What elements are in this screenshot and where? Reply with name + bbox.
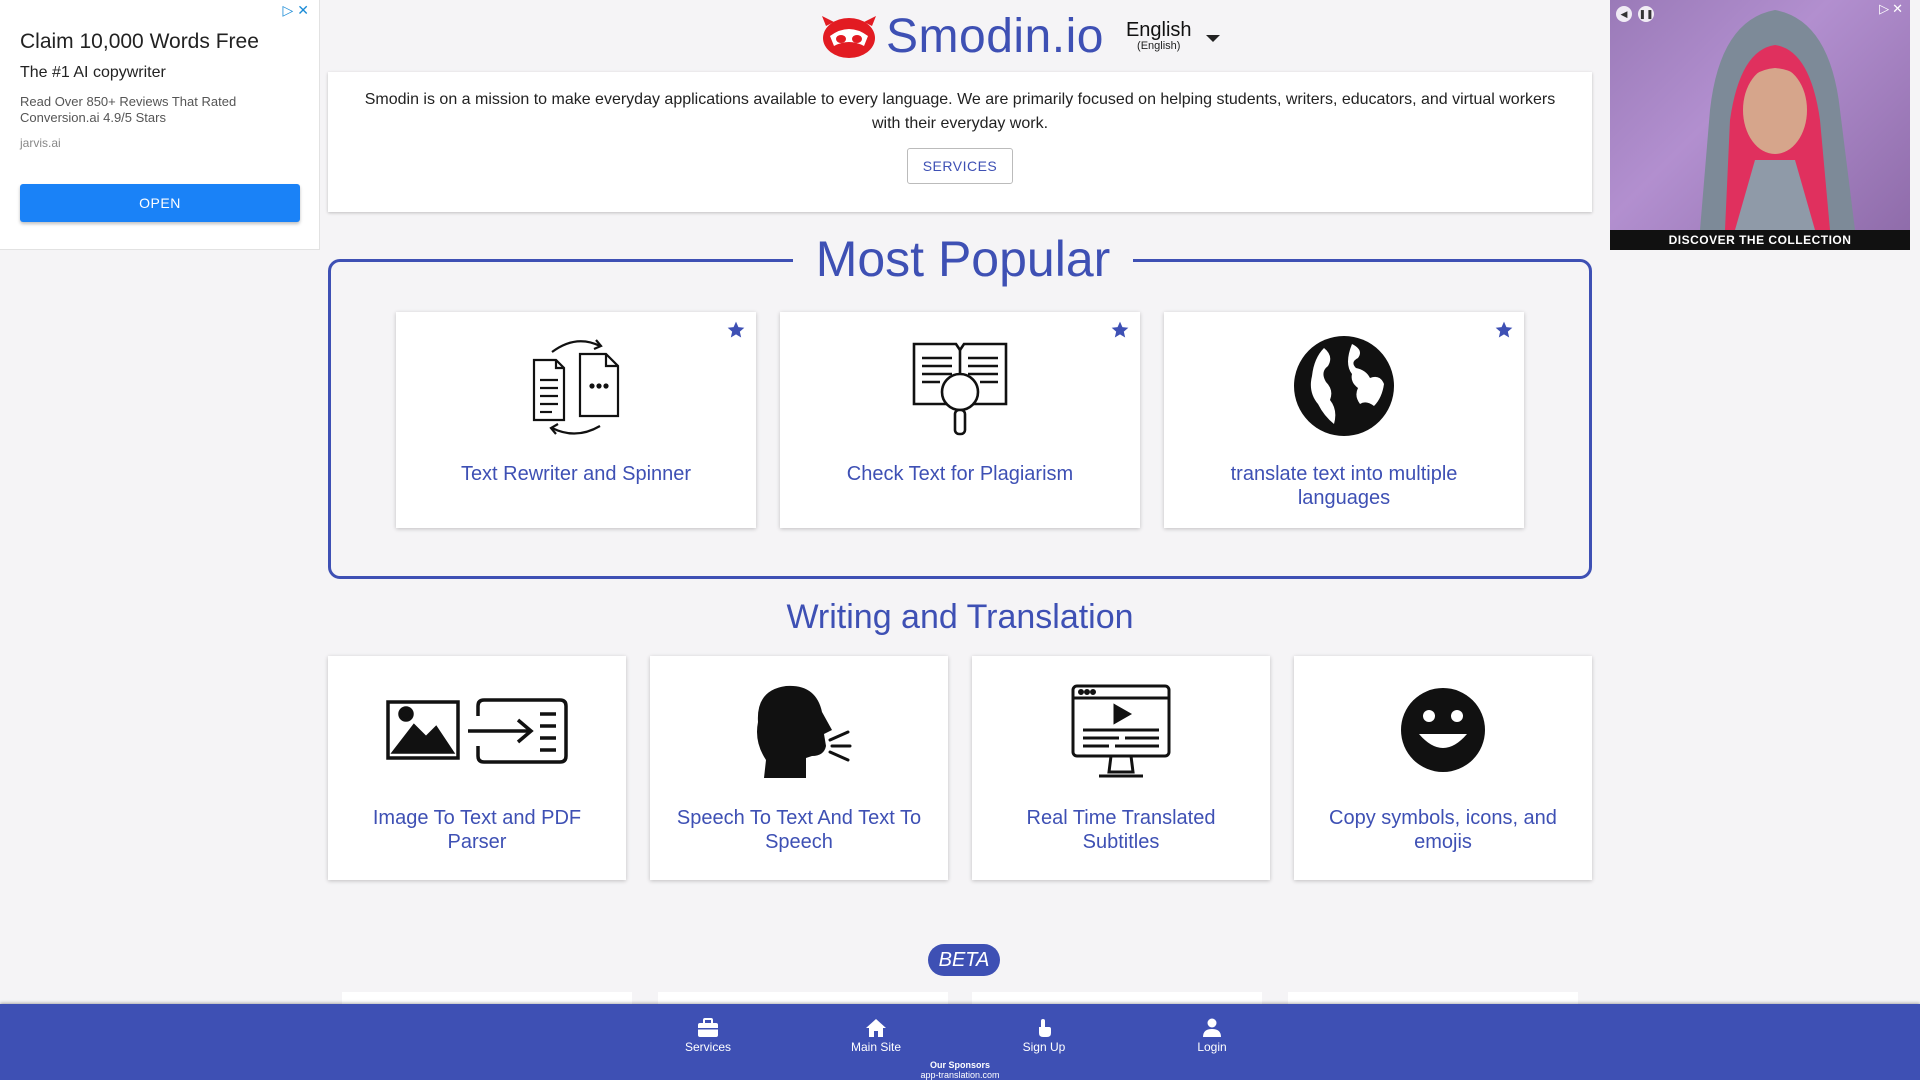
nav-login[interactable]: Login (1162, 1018, 1262, 1054)
bottom-navigation: Services Main Site Sign Up Login Our Spo… (0, 1004, 1920, 1080)
card-plagiarism-checker[interactable]: Check Text for Plagiarism (780, 312, 1140, 528)
ad-choices-icon[interactable]: ▷✕ (283, 2, 314, 19)
beta-badge: BETA (928, 944, 1000, 976)
briefcase-icon (698, 1018, 718, 1037)
most-popular-title: Most Popular (793, 230, 1133, 288)
nav-label: Main Site (850, 1040, 902, 1054)
image-to-text-icon (386, 698, 568, 764)
ad-domain: jarvis.ai (20, 136, 61, 150)
documents-rewrite-icon (532, 339, 620, 435)
most-popular-section: Most Popular Text Rewriter and Spinner C… (328, 230, 1592, 579)
ad-model-image (1700, 10, 1855, 230)
nav-services[interactable]: Services (658, 1018, 758, 1054)
card-peek (658, 992, 948, 1004)
pause-icon[interactable]: ❚❚ (1638, 6, 1654, 22)
card-peek (342, 992, 632, 1004)
logo-text[interactable]: Smodin.io (886, 9, 1104, 64)
writing-translation-title: Writing and Translation (786, 598, 1134, 636)
card-peek (1288, 992, 1578, 1004)
card-speech-to-text[interactable]: Speech To Text And Text To Speech (650, 656, 948, 880)
caret-down-icon (1205, 34, 1220, 42)
nav-label: Services (684, 1040, 731, 1054)
speaking-head-icon (757, 685, 852, 778)
card-peek (972, 992, 1262, 1004)
robot-logo-icon[interactable] (820, 12, 878, 60)
person-icon (1203, 1018, 1221, 1037)
replay-icon[interactable]: ◀ (1616, 6, 1632, 22)
smiley-icon (1401, 688, 1485, 772)
card-label: Image To Text and PDF Parser (372, 807, 582, 853)
services-button[interactable]: SERVICES (906, 148, 1014, 184)
ad-choices-icon[interactable]: ▷✕ (1879, 1, 1906, 17)
language-native-name: (English) (1137, 40, 1181, 52)
left-ad[interactable]: ▷✕ Claim 10,000 Words Free The #1 AI cop… (0, 0, 320, 250)
card-text-rewriter[interactable]: Text Rewriter and Spinner (396, 312, 756, 528)
sponsors-heading: Our Sponsors (929, 1060, 990, 1070)
card-label: Speech To Text And Text To Speech (676, 807, 922, 853)
mission-panel: Smodin is on a mission to make everyday … (328, 72, 1592, 212)
sponsors-credit[interactable]: Our Sponsors app-translation.com (860, 1060, 1060, 1080)
hand-pointer-icon (1039, 1019, 1051, 1037)
card-translate[interactable]: translate text into multiple languages (1164, 312, 1524, 528)
right-ad[interactable]: ◀ ❚❚ ▷✕ DISCOVER THE COLLECTION (1610, 0, 1910, 250)
monitor-video-icon (1071, 684, 1171, 778)
nav-sign-up[interactable]: Sign Up (994, 1018, 1094, 1054)
ad-open-button[interactable]: OPEN (20, 184, 300, 222)
nav-label: Sign Up (1022, 1040, 1066, 1054)
nav-label: Login (1197, 1040, 1227, 1054)
sponsors-site: app-translation.com (920, 1070, 1000, 1080)
globe-icon (1294, 336, 1394, 436)
star-icon[interactable] (1494, 320, 1514, 340)
language-name: English (1125, 19, 1192, 41)
card-label: Real Time Translated Subtitles (1026, 807, 1216, 853)
ad-title: Claim 10,000 Words Free (20, 30, 259, 53)
card-label: Check Text for Plagiarism (846, 463, 1074, 485)
card-label: Text Rewriter and Spinner (460, 463, 692, 485)
card-symbols-emojis[interactable]: Copy symbols, icons, and emojis (1294, 656, 1592, 880)
home-icon (866, 1019, 886, 1037)
ad-body: Read Over 850+ Reviews That Rated Conver… (20, 94, 237, 125)
ad-subtitle: The #1 AI copywriter (20, 64, 166, 81)
star-icon[interactable] (1110, 320, 1130, 340)
card-image-to-text[interactable]: Image To Text and PDF Parser (328, 656, 626, 880)
ad-caption: DISCOVER THE COLLECTION (1610, 230, 1910, 250)
nav-main-site[interactable]: Main Site (826, 1018, 926, 1054)
card-label: Copy symbols, icons, and emojis (1329, 807, 1557, 853)
site-header: Smodin.io English (English) (820, 8, 1220, 64)
mission-text: Smodin is on a mission to make everyday … (364, 91, 1556, 132)
language-selector[interactable]: English (English) (1126, 20, 1220, 52)
book-magnifier-icon (912, 342, 1008, 436)
card-label: translate text into multiple languages (1230, 463, 1458, 509)
star-icon[interactable] (726, 320, 746, 340)
card-translated-subtitles[interactable]: Real Time Translated Subtitles (972, 656, 1270, 880)
